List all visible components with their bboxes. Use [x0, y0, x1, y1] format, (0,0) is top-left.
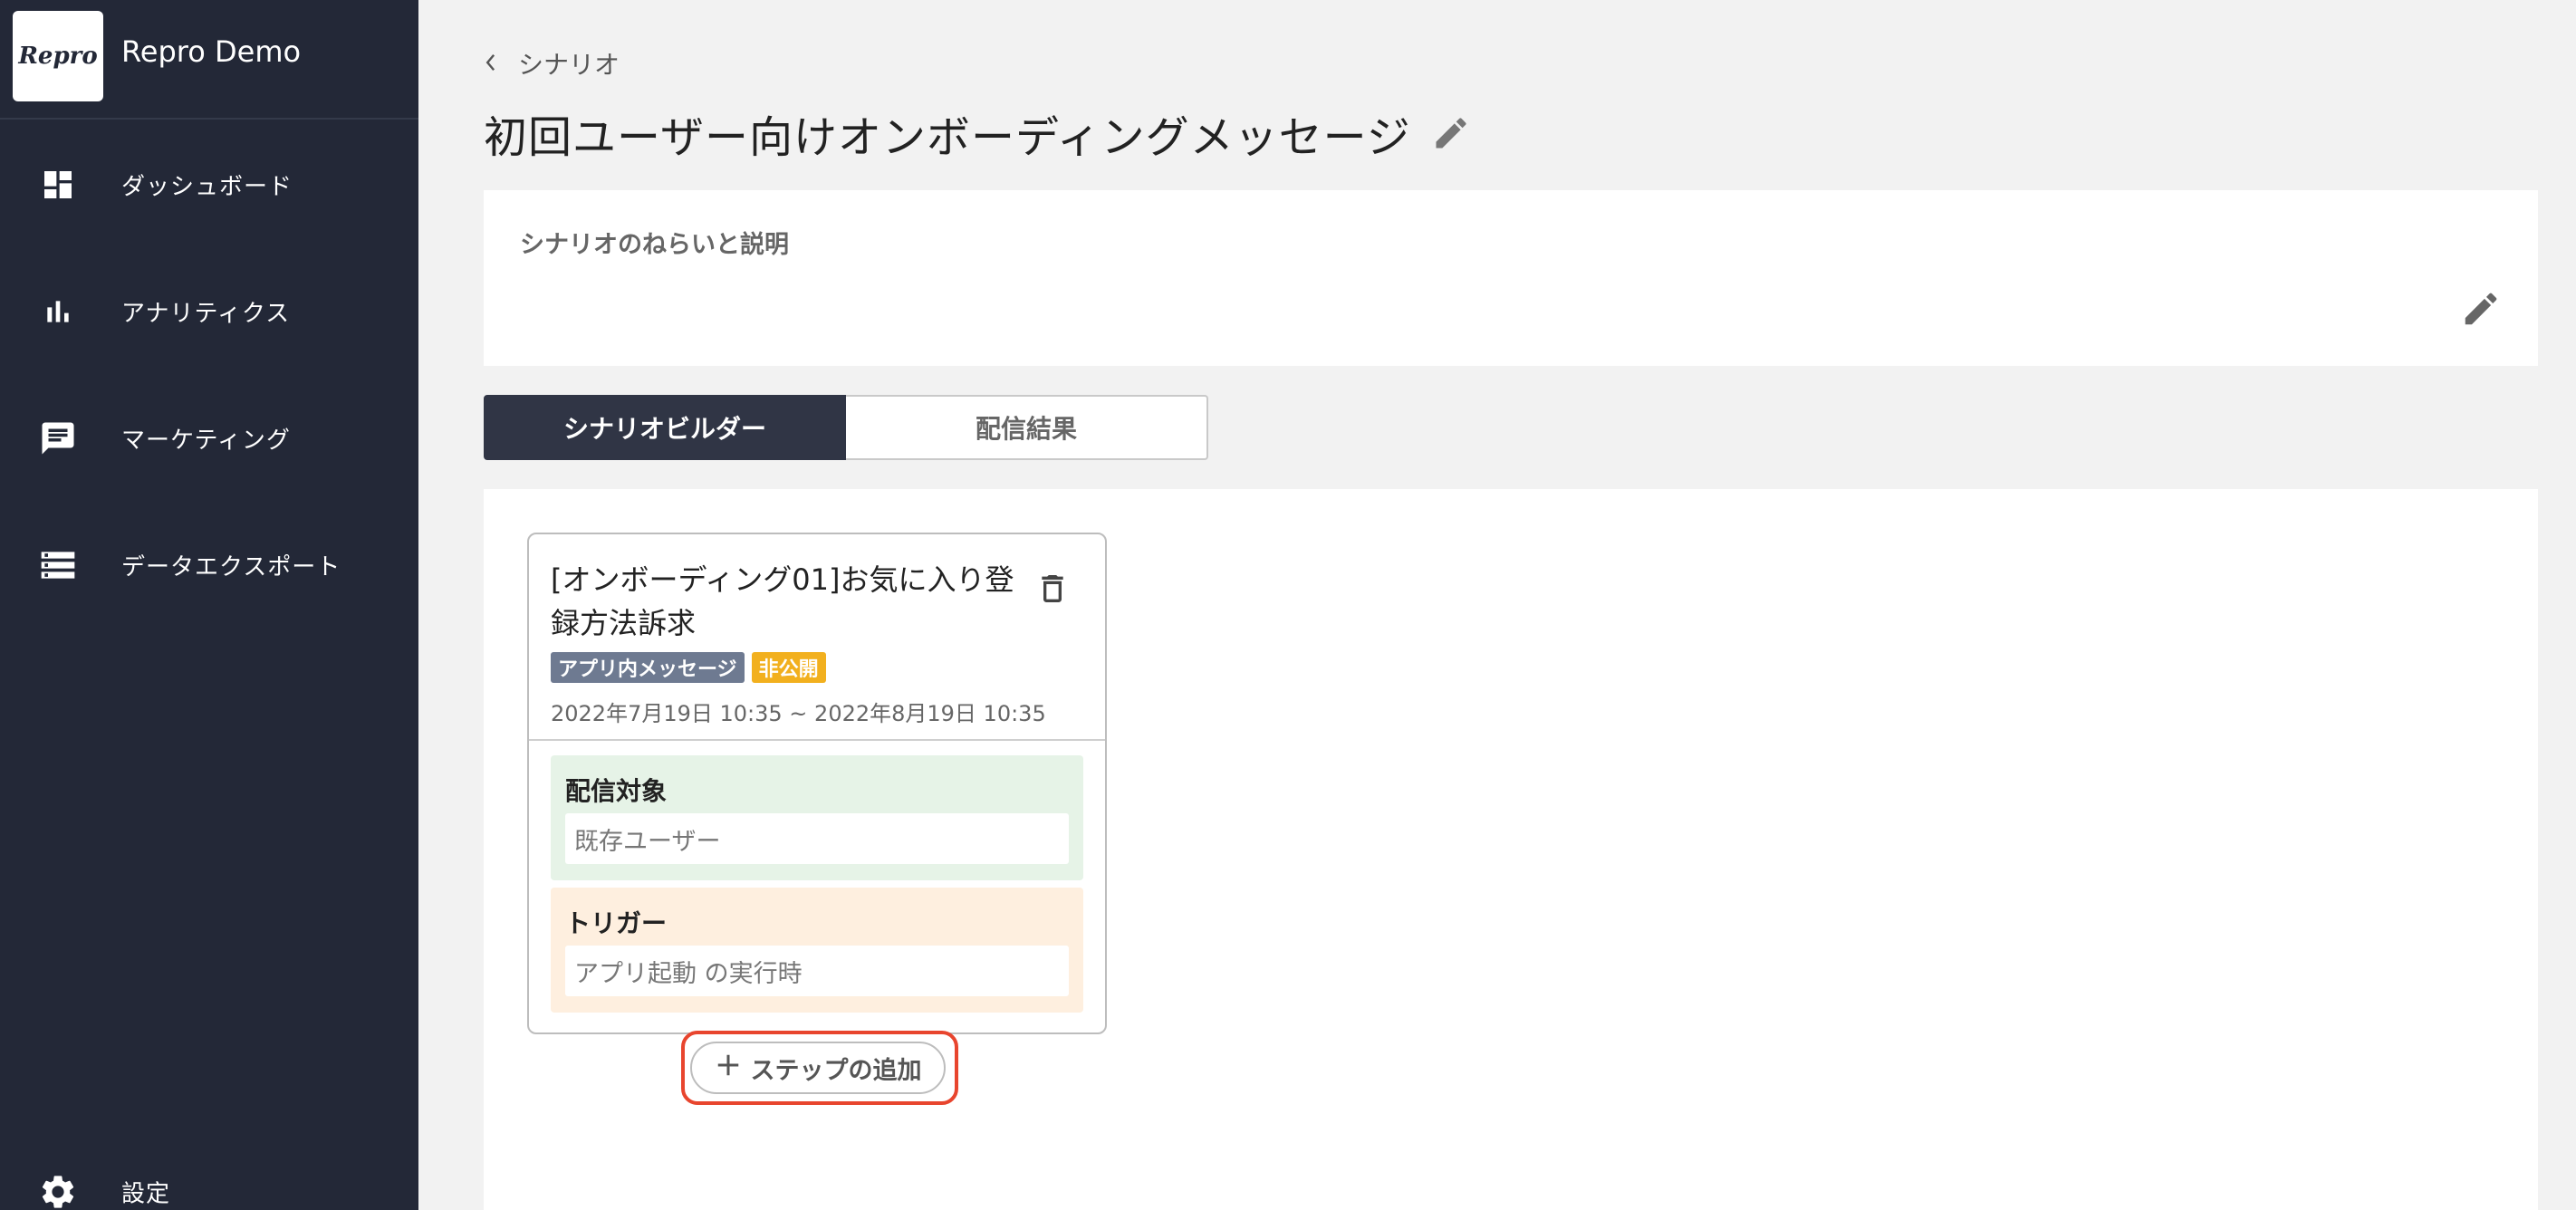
page-title-row: 初回ユーザー向けオンボーディングメッセージ: [484, 101, 1471, 165]
edit-title-pencil-icon[interactable]: [1431, 113, 1471, 153]
sidebar-item-label: ダッシュボード: [121, 173, 293, 201]
add-step-button[interactable]: ステップの追加: [690, 1042, 946, 1094]
card-divider: [529, 739, 1105, 741]
sidebar-item-dashboard[interactable]: ダッシュボード: [0, 139, 418, 230]
sidebar-item-label: データエクスポート: [121, 553, 341, 581]
trigger-value[interactable]: アプリ起動 の実行時: [565, 946, 1069, 996]
delivery-target-value[interactable]: 既存ユーザー: [565, 813, 1069, 864]
project-name: Repro Demo: [121, 34, 302, 69]
add-step-label: ステップの追加: [750, 1056, 922, 1085]
trigger-section: トリガー アプリ起動 の実行時: [551, 888, 1083, 1013]
step-badges: アプリ内メッセージ 非公開: [551, 652, 826, 683]
delivery-target-label: 配信対象: [565, 776, 668, 806]
message-type-badge: アプリ内メッセージ: [551, 652, 745, 683]
message-icon: [36, 417, 80, 460]
delivery-period: 2022年7月19日 10:35 ~ 2022年8月19日 10:35: [551, 701, 1046, 726]
brand-header: Repro Repro Demo: [0, 0, 418, 120]
delivery-target-section: 配信対象 既存ユーザー: [551, 755, 1083, 880]
scenario-step-card[interactable]: [オンボーディング01]お気に入り登録方法訴求 アプリ内メッセージ 非公開 20…: [527, 533, 1107, 1034]
plus-icon: [715, 1052, 742, 1085]
gear-icon: [36, 1170, 80, 1210]
breadcrumb-back-link[interactable]: シナリオ: [482, 45, 620, 82]
dashboard-icon: [36, 163, 80, 206]
trigger-label: トリガー: [565, 908, 668, 938]
sidebar-item-label: マーケティング: [121, 427, 291, 455]
sidebar-item-data-export[interactable]: データエクスポート: [0, 520, 418, 610]
description-label: シナリオのねらいと説明: [520, 231, 789, 259]
sidebar-item-marketing[interactable]: マーケティング: [0, 393, 418, 484]
sidebar-item-settings[interactable]: 設定: [0, 1147, 418, 1210]
view-tabs: シナリオビルダー 配信結果: [484, 395, 1208, 460]
bar-chart-icon: [36, 290, 80, 333]
storage-icon: [36, 543, 80, 587]
step-title: [オンボーディング01]お気に入り登録方法訴求: [551, 562, 1014, 640]
sidebar-item-label: 設定: [121, 1180, 171, 1208]
status-badge: 非公開: [751, 652, 826, 683]
description-panel: シナリオのねらいと説明: [484, 190, 2538, 366]
repro-logo[interactable]: Repro: [13, 11, 103, 101]
tab-delivery-results[interactable]: 配信結果: [846, 395, 1208, 460]
breadcrumb-label: シナリオ: [518, 50, 620, 80]
sidebar-item-label: アナリティクス: [121, 300, 291, 328]
chevron-left-icon: [482, 49, 498, 79]
sidebar-item-analytics[interactable]: アナリティクス: [0, 266, 418, 357]
trash-icon[interactable]: [1034, 569, 1071, 609]
page-title: 初回ユーザー向けオンボーディングメッセージ: [484, 112, 1411, 163]
edit-description-pencil-icon[interactable]: [2460, 288, 2502, 330]
tab-scenario-builder[interactable]: シナリオビルダー: [484, 395, 846, 460]
sidebar: Repro Repro Demo ダッシュボード アナリティクス マーケティング…: [0, 0, 418, 1210]
